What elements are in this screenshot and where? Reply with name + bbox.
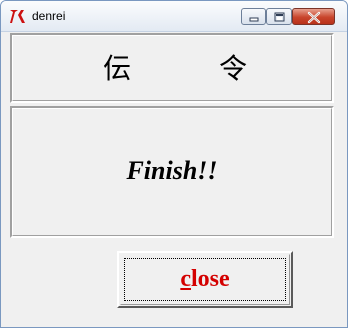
window-client-area: 伝 令 Finish!! close [4,32,344,324]
title-bar[interactable]: denrei [1,1,347,32]
window-close-button[interactable] [292,8,335,25]
close-button-label: close [121,265,289,293]
minimize-button[interactable] [241,8,266,25]
close-button[interactable]: close [117,251,293,308]
window-title: denrei [32,9,66,23]
message-panel: Finish!! [10,106,334,238]
heading-char-2: 令 [219,52,248,85]
app-window: denrei 伝 令 Finish!! close [0,0,348,328]
heading-char-1: 伝 [103,52,132,85]
finish-message: Finish!! [126,156,218,185]
maximize-icon [274,12,285,22]
tk-feather-icon [9,7,29,25]
heading-panel: 伝 令 [10,33,334,103]
close-button-mnemonic: c [180,266,191,292]
maximize-button[interactable] [266,8,292,25]
close-button-label-rest: lose [190,266,230,292]
minimize-icon [249,17,259,22]
close-icon [307,11,321,24]
